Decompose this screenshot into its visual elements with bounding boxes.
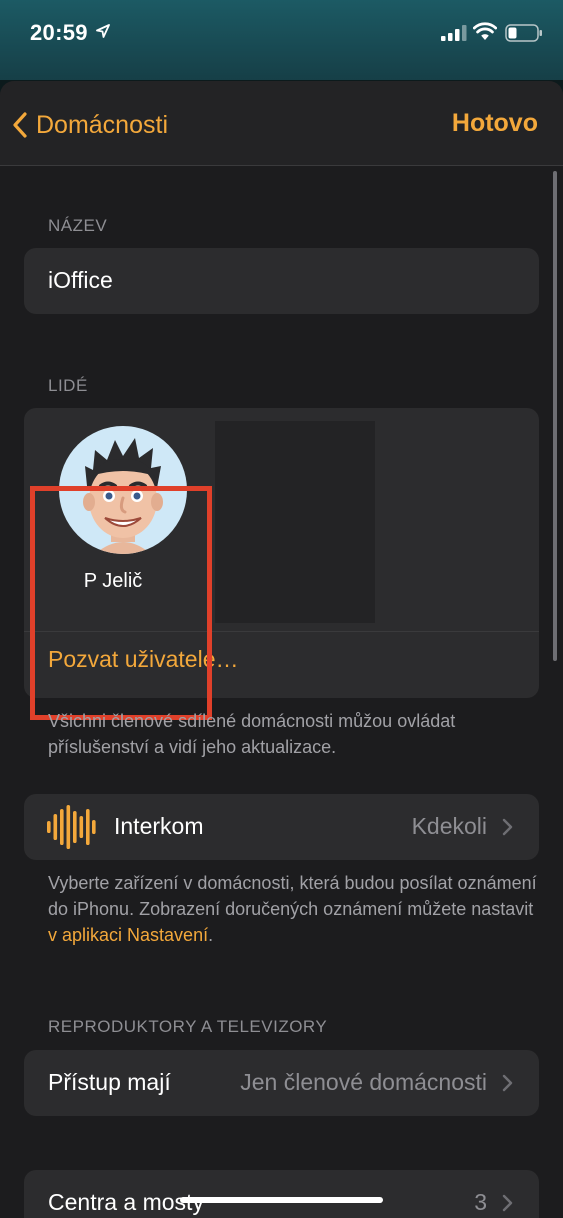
chevron-right-icon — [502, 818, 513, 836]
intercom-row[interactable]: Interkom Kdekoli — [24, 794, 539, 860]
done-button[interactable]: Hotovo — [452, 109, 538, 138]
access-value: Jen členové domácnosti — [240, 1069, 487, 1095]
settings-app-link[interactable]: v aplikaci Nastavení — [48, 925, 208, 945]
speakers-access-row[interactable]: Přístup mají Jen členové domácnosti — [24, 1050, 539, 1116]
chevron-right-icon — [502, 1074, 513, 1092]
empty-member-slot — [215, 421, 375, 623]
scroll-indicator[interactable] — [553, 171, 557, 661]
intercom-label: Interkom — [114, 813, 204, 839]
highlight-annotation — [30, 486, 212, 720]
people-section-header: LIDÉ — [48, 376, 88, 395]
intercom-footer: Vyberte zařízení v domácnosti, která bud… — [48, 870, 543, 948]
intercom-value: Kdekoli — [411, 813, 487, 839]
hubs-count: 3 — [474, 1189, 487, 1215]
cellular-signal-icon — [441, 25, 467, 41]
home-name-value: iOffice — [48, 267, 113, 293]
location-arrow-icon — [96, 24, 110, 38]
battery-icon — [505, 24, 542, 42]
access-label: Přístup mají — [48, 1069, 171, 1095]
people-footer: Všichni členové sdílené domácnosti můžou… — [48, 711, 456, 757]
speakers-section-header: REPRODUKTORY A TELEVIZORY — [48, 1017, 328, 1036]
intercom-footer-end: . — [208, 925, 214, 945]
status-time: 20:59 — [30, 20, 88, 45]
wifi-icon — [473, 22, 497, 40]
back-button-label: Domácnosti — [36, 110, 168, 139]
navigation-bar: Domácnosti Hotovo — [0, 81, 563, 166]
chevron-right-icon — [502, 1194, 513, 1212]
chevron-left-icon — [13, 112, 27, 138]
home-indicator[interactable] — [180, 1197, 383, 1203]
intercom-footer-text: Vyberte zařízení v domácnosti, která bud… — [48, 873, 537, 919]
intercom-waveform-icon — [47, 805, 96, 849]
home-settings-sheet: Domácnosti Hotovo NÁZEV iOffice LIDÉ P J… — [0, 81, 563, 1218]
back-button[interactable]: Domácnosti — [12, 105, 168, 145]
status-bar: 20:59 — [0, 0, 563, 80]
name-section-header: NÁZEV — [48, 216, 108, 235]
hubs-bridges-row[interactable]: Centra a mosty 3 — [24, 1170, 539, 1218]
name-field[interactable]: iOffice — [24, 248, 539, 314]
